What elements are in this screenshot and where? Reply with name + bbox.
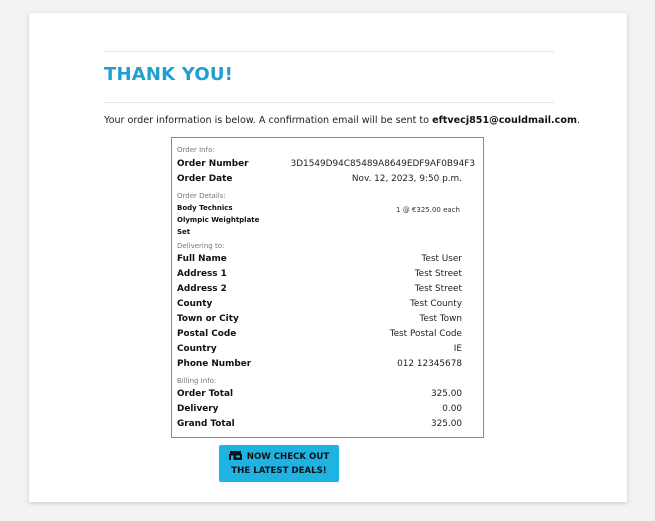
delivering-to-label: Delivering to: xyxy=(177,242,225,250)
billing-field-label: Delivery xyxy=(177,404,219,414)
order-date-value: Nov. 12, 2023, 9:50 p.m. xyxy=(351,174,462,184)
delivery-field-label: Country xyxy=(177,344,217,354)
confirmation-message: Your order information is below. A confi… xyxy=(104,115,580,126)
product-name-line: Body Technics xyxy=(177,204,233,212)
intro-suffix: . xyxy=(576,115,581,126)
order-number-row: Order Number 3D1549D94C85489A8649EDF9AF0… xyxy=(177,157,475,171)
deals-button-line2: THE LATEST DEALS! xyxy=(231,466,327,476)
delivery-field-row: Postal Code Test Postal Code xyxy=(177,327,462,341)
billing-field-row: Grand Total 325.00 xyxy=(177,417,462,431)
delivery-field-row: Address 2 Test Street xyxy=(177,282,462,296)
delivery-field-value: Test User xyxy=(421,254,462,264)
delivery-field-value: Test Postal Code xyxy=(389,329,462,339)
product-quantity-price: 1 @ €325.00 each xyxy=(396,206,460,214)
billing-field-label: Grand Total xyxy=(177,419,235,429)
delivery-field-label: Phone Number xyxy=(177,359,252,369)
delivery-field-value: Test County xyxy=(410,299,462,309)
delivery-field-value: Test Town xyxy=(419,314,462,324)
title-divider xyxy=(104,102,554,103)
order-details-label: Order Details: xyxy=(177,192,226,200)
delivery-field-value: 012 12345678 xyxy=(397,359,462,369)
delivery-field-value: Test Street xyxy=(414,284,462,294)
billing-field-value: 0.00 xyxy=(442,404,462,414)
billing-field-row: Order Total 325.00 xyxy=(177,387,462,401)
delivery-field-label: Address 1 xyxy=(177,269,227,279)
delivery-field-row: Address 1 Test Street xyxy=(177,267,462,281)
billing-info-label: Billing Info: xyxy=(177,377,217,385)
order-date-row: Order Date Nov. 12, 2023, 9:50 p.m. xyxy=(177,172,462,186)
product-name: Body Technics Olympic Weightplate Set xyxy=(177,202,272,238)
confirmation-email: eftvecj851@couldmail.com xyxy=(432,115,577,126)
page-title: THANK YOU! xyxy=(104,64,234,85)
delivery-field-label: Town or City xyxy=(177,314,239,324)
delivery-field-label: Full Name xyxy=(177,254,227,264)
order-confirmation-card: THANK YOU! Your order information is bel… xyxy=(29,13,627,502)
product-name-line: Set xyxy=(177,228,191,236)
delivery-field-row: Phone Number 012 12345678 xyxy=(177,357,462,371)
shop-icon xyxy=(228,451,242,460)
delivery-field-label: County xyxy=(177,299,213,309)
delivery-field-row: Country IE xyxy=(177,342,462,356)
order-date-label: Order Date xyxy=(177,174,233,184)
billing-field-row: Delivery 0.00 xyxy=(177,402,462,416)
billing-field-value: 325.00 xyxy=(430,419,462,429)
billing-field-label: Order Total xyxy=(177,389,234,399)
delivery-field-value: Test Street xyxy=(414,269,462,279)
delivery-field-label: Address 2 xyxy=(177,284,227,294)
order-number-label: Order Number xyxy=(177,159,249,169)
delivery-field-row: Full Name Test User xyxy=(177,252,462,266)
order-receipt: Order Info: Order Number 3D1549D94C85489… xyxy=(171,137,484,438)
intro-text: Your order information is below. A confi… xyxy=(104,115,433,126)
product-name-line: Olympic Weightplate xyxy=(177,216,260,224)
billing-field-value: 325.00 xyxy=(430,389,462,399)
latest-deals-button[interactable]: NOW CHECK OUT THE LATEST DEALS! xyxy=(219,445,339,482)
order-info-label: Order Info: xyxy=(177,146,215,154)
delivery-field-row: Town or City Test Town xyxy=(177,312,462,326)
delivery-field-row: County Test County xyxy=(177,297,462,311)
top-divider xyxy=(104,51,554,52)
order-number-value: 3D1549D94C85489A8649EDF9AF0B94F3 xyxy=(290,159,475,169)
delivery-field-label: Postal Code xyxy=(177,329,237,339)
deals-button-line1: NOW CHECK OUT xyxy=(246,452,330,462)
delivery-field-value: IE xyxy=(453,344,462,354)
